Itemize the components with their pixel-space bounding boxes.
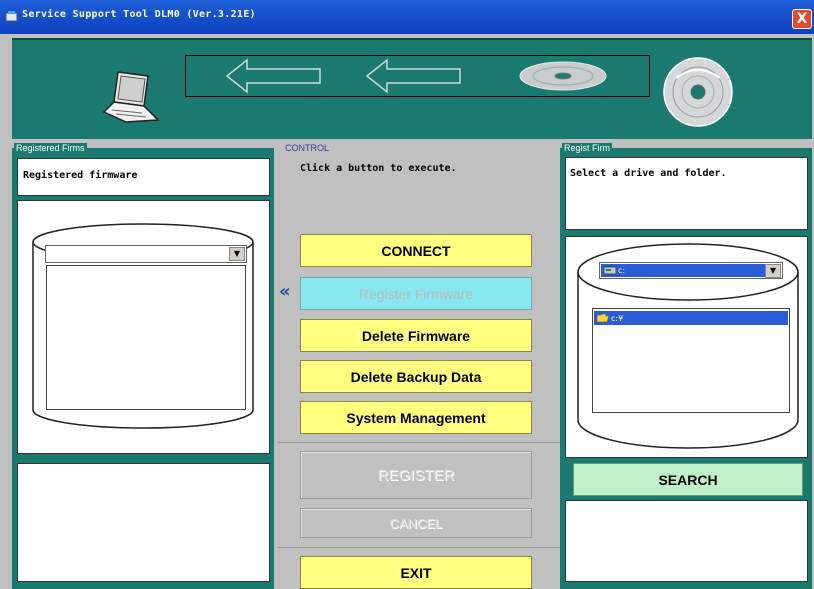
chevron-down-icon[interactable]: ▼ [765,264,781,278]
control-instruction: Click a button to execute. [300,163,457,174]
open-folder-icon [597,313,610,323]
app-icon [6,11,18,22]
delete-firmware-button[interactable]: Delete Firmware [300,319,532,352]
control-divider-2 [278,547,560,548]
folder-list[interactable]: c:¥ [592,308,790,413]
exit-button[interactable]: EXIT [300,556,532,589]
disc-icon [663,57,733,127]
delete-backup-data-button[interactable]: Delete Backup Data [300,360,532,393]
left-arrow-icon [225,58,321,94]
regist-firm-info: Select a drive and folder. [565,157,808,230]
select-drive-text: Select a drive and folder. [570,168,727,179]
drive-icon [604,266,616,275]
registered-firms-label: Registered Firms [14,143,87,153]
laptop-icon [102,71,160,123]
registered-firmware-info: Registered firmware [17,158,270,196]
registered-firmware-list[interactable] [46,265,246,410]
drive-selected-value: c: [601,264,765,277]
left-arrow-icon-2 [365,58,461,94]
chevron-down-icon[interactable]: ▼ [229,247,245,261]
registered-firmware-text: Registered firmware [23,170,138,181]
registered-firmware-dropdown[interactable]: ▼ [45,245,247,263]
system-management-button[interactable]: System Management [300,401,532,434]
regist-firm-label: Regist Firm [562,143,613,153]
control-divider [278,442,560,443]
cancel-button[interactable]: CANCEL [300,508,532,538]
registered-detail-box [17,463,270,582]
folder-item-label: c:¥ [611,313,624,323]
register-firmware-button[interactable]: Register Firmware [300,277,532,310]
close-button[interactable]: X [792,9,812,29]
control-label: CONTROL [283,143,332,153]
window-title: Service Support Tool DLM0 (Ver.3.21E) [22,9,256,20]
search-result-box [565,500,808,582]
folder-item-selected[interactable]: c:¥ [594,311,788,325]
search-button[interactable]: SEARCH [573,463,803,496]
connect-button[interactable]: CONNECT [300,234,532,267]
register-button[interactable]: REGISTER [300,451,532,499]
drive-label: c: [618,266,626,275]
active-arrow-icon: « [279,281,291,302]
drive-dropdown[interactable]: c: ▼ [599,262,783,279]
disc-flat-icon [519,61,607,91]
